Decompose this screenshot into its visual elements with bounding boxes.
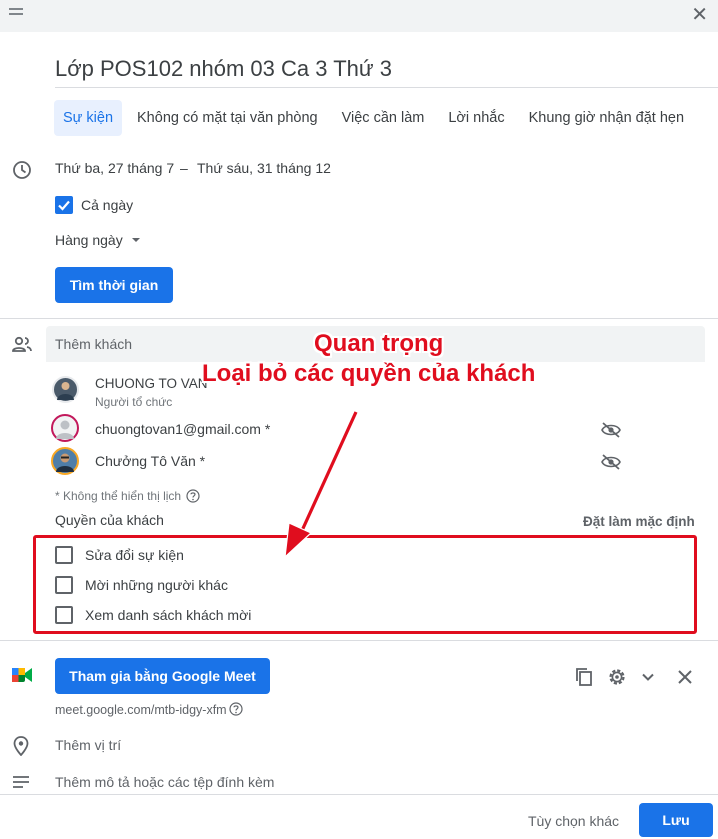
annotation-arrow — [284, 410, 359, 559]
annotation-title: Quan trọng — [314, 330, 444, 357]
annotation-subtitle: Loại bỏ các quyền của khách — [202, 360, 536, 387]
